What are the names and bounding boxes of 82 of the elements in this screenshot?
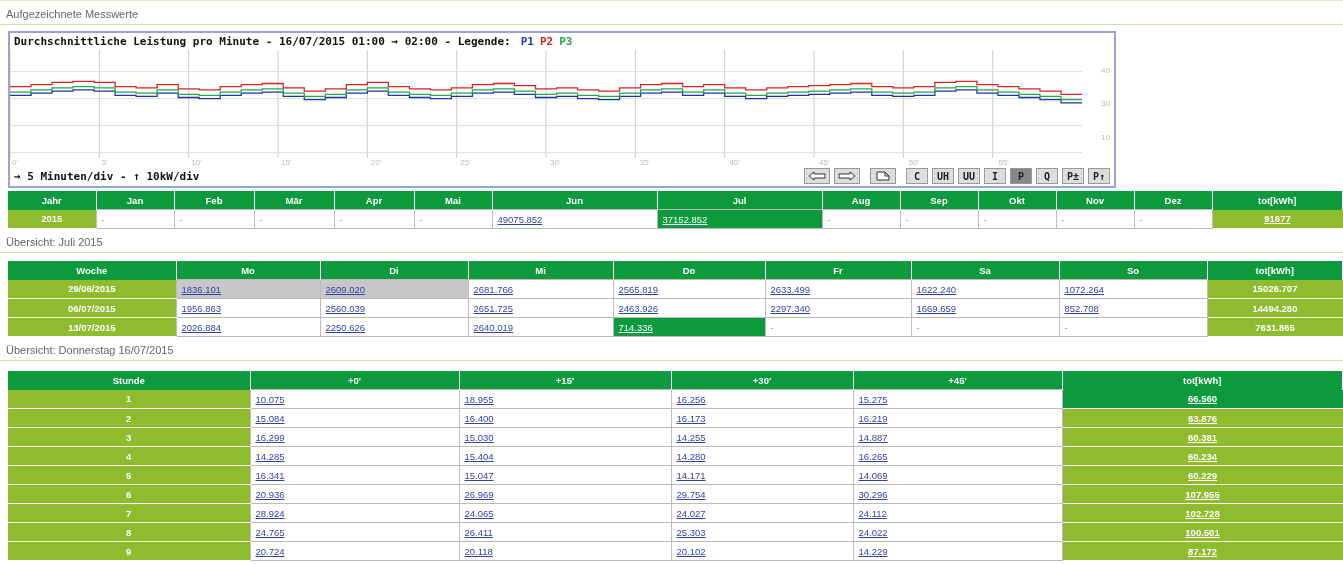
- column-header: +30': [671, 371, 853, 390]
- column-header: Feb: [174, 191, 254, 210]
- axis-tick-label: 45': [819, 158, 830, 167]
- axis-tick-label: 15': [281, 158, 292, 167]
- chart-mode-button[interactable]: P: [1010, 168, 1032, 184]
- section-title: Übersicht: Juli 2015: [0, 229, 1343, 253]
- column-header: So: [1059, 261, 1207, 280]
- table-cell: -: [900, 209, 978, 229]
- column-header: Okt: [978, 191, 1056, 210]
- column-header: tot[kWh]: [1207, 261, 1343, 280]
- table-cell: -: [334, 209, 414, 229]
- chart-tool-button[interactable]: [870, 168, 896, 184]
- value-link[interactable]: 18.955: [459, 389, 671, 409]
- column-header: Nov: [1056, 191, 1134, 210]
- column-header: Fr: [765, 261, 911, 280]
- table-cell: -: [254, 209, 334, 229]
- value-link[interactable]: 2609.020: [320, 279, 468, 299]
- column-header: Mi: [468, 261, 613, 280]
- table-cell: -: [1056, 209, 1134, 229]
- column-header: Jahr: [8, 191, 96, 210]
- chart-tool-button[interactable]: [834, 168, 860, 184]
- section-title: Übersicht: Donnerstag 16/07/2015: [0, 337, 1343, 361]
- axis-tick-label: 10: [1101, 132, 1110, 142]
- table-cell: -: [978, 209, 1056, 229]
- column-header: Woche: [8, 261, 176, 280]
- column-header: +45': [853, 371, 1062, 390]
- axis-tick-label: 20': [370, 158, 382, 167]
- chart-mode-button[interactable]: I: [984, 168, 1006, 184]
- page-icon: [874, 171, 892, 181]
- column-header: Mo: [176, 261, 320, 280]
- table-cell: -: [414, 209, 492, 229]
- table-cell: -: [174, 209, 254, 229]
- value-link[interactable]: 49075.852: [492, 209, 657, 229]
- chart-mode-button[interactable]: P±: [1062, 168, 1084, 184]
- left-arrow-icon: [808, 171, 826, 181]
- value-link[interactable]: 2681.766: [468, 279, 613, 299]
- value-link[interactable]: 15.275: [853, 389, 1062, 409]
- chart-mode-button[interactable]: Q: [1036, 168, 1058, 184]
- column-header: Do: [613, 261, 765, 280]
- table-cell: -: [96, 209, 174, 229]
- right-arrow-icon: [838, 171, 856, 181]
- column-header: tot[kWh]: [1212, 191, 1343, 210]
- legend-label: P3: [559, 35, 573, 48]
- value-link[interactable]: 37152.852: [657, 209, 822, 229]
- column-header: Sa: [911, 261, 1059, 280]
- axis-tick-label: 40': [729, 158, 740, 167]
- chart-title: Durchschnittliche Leistung pro Minute - 16/07/2015 01:00 → 02:00 - Legende:: [13, 34, 512, 50]
- column-header: Jun: [492, 191, 657, 210]
- chart-mode-button[interactable]: C: [906, 168, 928, 184]
- column-header: Dez: [1134, 191, 1212, 210]
- section-title: Aufgezeichnete Messwerte: [0, 0, 1343, 25]
- column-header: Jan: [96, 191, 174, 210]
- column-header: Mär: [254, 191, 334, 210]
- chart-mode-button[interactable]: UH: [932, 168, 954, 184]
- column-header: Aug: [822, 191, 900, 210]
- legend-label: P2: [539, 35, 554, 48]
- legend-label: P1: [520, 35, 534, 48]
- value-link[interactable]: 1836.101: [176, 279, 320, 299]
- column-header: +0': [250, 371, 459, 390]
- value-link[interactable]: 1072.264: [1059, 279, 1207, 299]
- value-link[interactable]: 16.256: [671, 389, 853, 409]
- axis-tick-label: 55': [998, 158, 1009, 167]
- chart-mode-button[interactable]: UU: [958, 168, 980, 184]
- value-link[interactable]: 1622.240: [911, 279, 1059, 299]
- scale-note: → 5 Minuten/div - ↑ 10kW/div: [14, 169, 200, 183]
- column-header: Apr: [334, 191, 414, 210]
- column-header: Stunde: [8, 371, 250, 390]
- table-cell: -: [1134, 209, 1212, 229]
- chart-tool-button[interactable]: [804, 168, 830, 184]
- column-header: Sep: [900, 191, 978, 210]
- axis-tick-label: 10': [191, 158, 202, 167]
- value-link[interactable]: 2565.819: [613, 279, 765, 299]
- axis-tick-label: 25': [460, 158, 471, 167]
- value-link[interactable]: 2633.499: [765, 279, 911, 299]
- column-header: tot[kWh]: [1062, 371, 1343, 390]
- column-header: Mai: [414, 191, 492, 210]
- column-header: Jul: [657, 191, 822, 210]
- column-header: Di: [320, 261, 468, 280]
- value-link[interactable]: 10.075: [250, 389, 459, 409]
- column-header: +15': [459, 371, 671, 390]
- table-cell: -: [822, 209, 900, 229]
- chart-mode-button[interactable]: P↑: [1088, 168, 1110, 184]
